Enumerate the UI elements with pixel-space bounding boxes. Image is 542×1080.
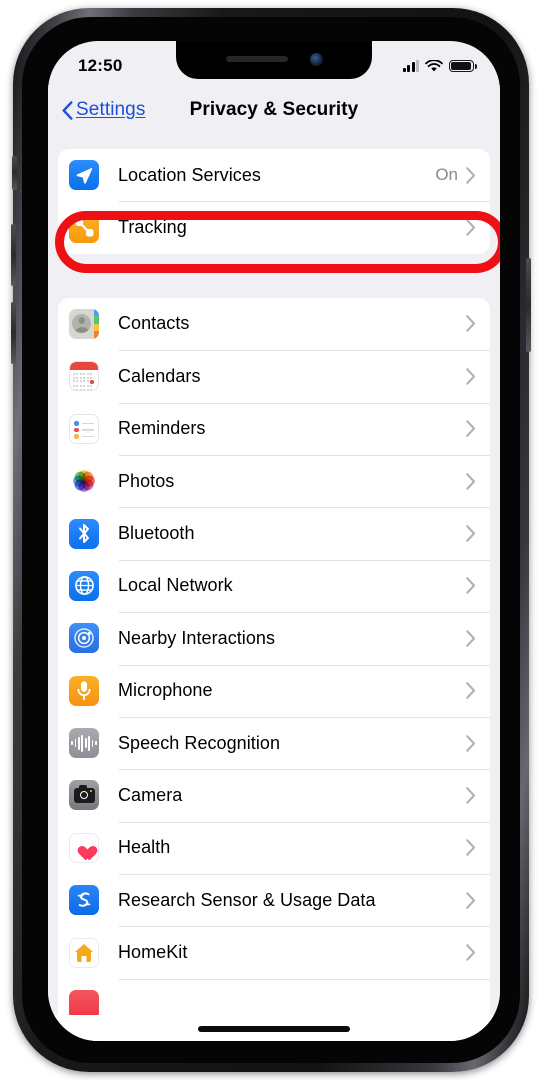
chevron-right-icon: [466, 682, 476, 699]
cellular-signal-icon: [402, 60, 419, 72]
chevron-right-icon: [466, 368, 476, 385]
list-item-label: Contacts: [118, 313, 190, 334]
list-item-contacts[interactable]: Contacts: [58, 298, 490, 350]
list-item-label: Speech Recognition: [118, 732, 281, 753]
globe-icon: [69, 570, 99, 601]
chevron-right-icon: [466, 734, 476, 752]
photos-icon: [69, 466, 99, 497]
list-item-location-services[interactable]: Location Services On: [58, 149, 490, 201]
list-item-bluetooth[interactable]: Bluetooth: [58, 507, 490, 559]
chevron-right-icon: [466, 630, 476, 647]
chevron-right-icon: [466, 315, 476, 333]
list-item-microphone[interactable]: Microphone: [58, 664, 490, 717]
battery-icon: [449, 59, 477, 73]
location-arrow-icon: [69, 160, 99, 191]
list-item-research-sensor-usage-data[interactable]: Research Sensor & Usage Data: [58, 874, 490, 926]
chevron-right-icon: [466, 944, 476, 961]
list-item-value: On: [435, 165, 458, 185]
research-icon: [69, 885, 99, 916]
list-item-label: Research Sensor & Usage Data: [118, 889, 376, 910]
chevron-right-icon: [466, 892, 476, 909]
list-item-photos[interactable]: Photos: [58, 454, 490, 507]
chevron-right-icon: [466, 166, 476, 184]
list-item-tracking[interactable]: Tracking: [58, 201, 490, 253]
camera-icon: [69, 780, 99, 811]
list-item-label: Nearby Interactions: [118, 627, 276, 648]
list-item-health[interactable]: Health: [58, 821, 490, 874]
display-notch: [176, 41, 372, 79]
list-item-label: Health: [118, 837, 171, 858]
back-button[interactable]: Settings: [62, 99, 145, 121]
settings-list[interactable]: Location Services On Tracking Contacts C…: [48, 135, 500, 1041]
chevron-right-icon: [466, 472, 476, 490]
chevron-right-icon: [466, 787, 476, 804]
list-item-label: Camera: [118, 784, 183, 805]
status-indicators: [402, 59, 477, 73]
list-item-label: Reminders: [118, 418, 206, 439]
reminders-icon: [69, 413, 99, 444]
chevron-left-icon: [62, 100, 73, 120]
settings-group-app-permissions: Contacts Calendars Reminders Photos Blue…: [58, 297, 490, 1032]
waveform-icon: [69, 728, 99, 759]
wifi-icon: [425, 59, 443, 71]
contacts-icon: [69, 308, 99, 339]
list-item-local-network[interactable]: Local Network: [58, 559, 490, 612]
status-clock: 12:50: [78, 56, 123, 75]
list-item-reminders[interactable]: Reminders: [58, 402, 490, 455]
tracking-link-icon: [69, 212, 99, 243]
list-item-label: Photos: [118, 470, 175, 491]
list-item-label: Microphone: [118, 680, 213, 701]
list-item-label: Calendars: [118, 365, 201, 386]
list-item-label: Local Network: [118, 575, 233, 596]
bluetooth-icon: [69, 518, 99, 549]
calendar-icon: [69, 361, 99, 392]
list-item-label: Bluetooth: [118, 523, 195, 544]
navigation-bar: Settings Privacy & Security: [48, 85, 500, 135]
volume-up-button[interactable]: [11, 224, 16, 286]
heart-icon: [69, 832, 99, 863]
list-item-speech-recognition[interactable]: Speech Recognition: [58, 716, 490, 769]
list-item-label: Location Services: [118, 164, 261, 185]
power-button[interactable]: [526, 258, 531, 352]
chevron-right-icon: [466, 577, 476, 595]
microphone-icon: [69, 675, 99, 706]
screen-bezel: 12:50 Settings Privacy & Security Locati…: [22, 17, 520, 1063]
volume-down-button[interactable]: [11, 302, 16, 364]
chevron-right-icon: [466, 420, 476, 437]
back-button-label: Settings: [76, 99, 146, 120]
iphone-screen: 12:50 Settings Privacy & Security Locati…: [48, 41, 500, 1041]
list-item-camera[interactable]: Camera: [58, 769, 490, 821]
radar-icon: [69, 623, 99, 654]
iphone-device-frame: 12:50 Settings Privacy & Security Locati…: [11, 8, 531, 1072]
earpiece-speaker-icon: [225, 56, 288, 62]
chevron-right-icon: [466, 525, 476, 542]
mute-switch-button[interactable]: [12, 156, 17, 190]
home-indicator-bar[interactable]: [198, 1026, 350, 1032]
settings-group-primary: Location Services On Tracking: [58, 149, 490, 254]
chevron-right-icon: [466, 839, 476, 857]
list-item-label: Tracking: [118, 217, 187, 238]
front-camera-icon: [309, 52, 323, 66]
list-item-homekit[interactable]: HomeKit: [58, 926, 490, 978]
house-icon: [69, 937, 99, 968]
chevron-right-icon: [466, 219, 476, 236]
list-item-nearby-interactions[interactable]: Nearby Interactions: [58, 612, 490, 664]
list-item-label: HomeKit: [118, 942, 188, 963]
list-item-calendars[interactable]: Calendars: [58, 350, 490, 402]
